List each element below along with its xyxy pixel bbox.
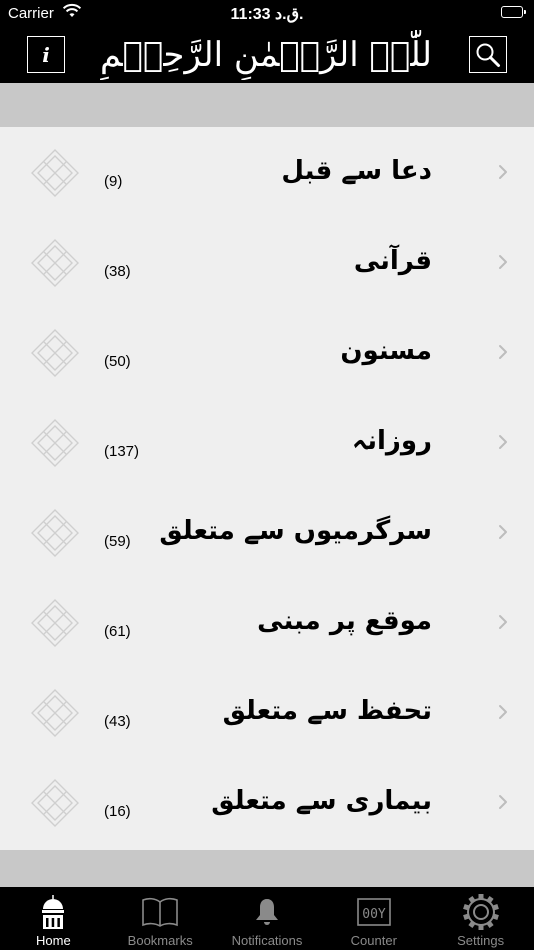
tab-home[interactable]: Home xyxy=(0,887,107,950)
tab-notifications-label: Notifications xyxy=(231,933,303,948)
status-time: 11:33 ق.د. xyxy=(230,6,304,23)
diamond-cross-icon xyxy=(31,239,79,287)
category-row[interactable]: (16) بیماری سے متعلق xyxy=(0,757,534,847)
category-title: مسنون xyxy=(340,336,432,366)
category-row[interactable]: (61) موقع پر مبنی xyxy=(0,577,534,667)
info-icon: i xyxy=(42,42,50,67)
bell-icon xyxy=(255,899,278,925)
nav-bar: i بِسۡمِ اللّٰہِ الرَّحۡمٰنِ الرَّحِیۡمِ xyxy=(0,28,534,83)
diamond-cross-icon xyxy=(31,779,79,827)
chevron-right-icon xyxy=(499,165,507,179)
category-row[interactable]: (59) سرگرمیوں سے متعلق xyxy=(0,487,534,577)
category-count: (137) xyxy=(104,443,140,460)
category-count: (59) xyxy=(104,533,131,550)
list-footer-band xyxy=(0,850,534,887)
diamond-cross-icon xyxy=(31,419,79,467)
category-row[interactable]: (38) قرآنی xyxy=(0,217,534,307)
category-title: موقع پر مبنی xyxy=(257,606,432,636)
chevron-right-icon xyxy=(499,525,507,539)
status-bar: Carrier 11:33 ق.د. xyxy=(0,0,534,28)
category-title: دعا سے قبل xyxy=(281,156,432,186)
diamond-cross-icon xyxy=(31,599,79,647)
list-header-band xyxy=(0,83,534,127)
search-button[interactable] xyxy=(469,36,507,73)
chevron-right-icon xyxy=(499,345,507,359)
tab-bar: Home Bookmarks Notifications 00Y Counter xyxy=(0,887,534,950)
book-icon xyxy=(142,897,178,927)
chevron-right-icon xyxy=(499,615,507,629)
category-count: (9) xyxy=(104,173,123,190)
bismillah-title: بِسۡمِ اللّٰہِ الرَّحۡمٰنِ الرَّحِیۡمِ xyxy=(100,35,434,75)
tab-counter-label: Counter xyxy=(350,933,397,948)
diamond-cross-icon xyxy=(31,329,79,377)
tab-settings-label: Settings xyxy=(457,933,505,948)
tab-bookmarks[interactable]: Bookmarks xyxy=(107,887,214,950)
tab-counter[interactable]: 00Y Counter xyxy=(320,887,427,950)
category-title: بیماری سے متعلق xyxy=(211,786,432,816)
category-row[interactable]: (43) تحفظ سے متعلق xyxy=(0,667,534,757)
category-row[interactable]: (9) دعا سے قبل xyxy=(0,127,534,217)
category-count: (43) xyxy=(104,713,131,730)
category-count: (61) xyxy=(104,623,131,640)
category-count: (38) xyxy=(104,263,131,280)
category-count: (16) xyxy=(104,803,131,820)
search-icon xyxy=(476,43,500,67)
gear-icon xyxy=(462,894,499,930)
svg-text:00Y: 00Y xyxy=(362,907,386,922)
chevron-right-icon xyxy=(499,795,507,809)
tab-home-label: Home xyxy=(36,933,71,948)
category-count: (50) xyxy=(104,353,131,370)
category-title: قرآنی xyxy=(353,246,432,276)
info-button[interactable]: i xyxy=(27,36,65,73)
category-title: تحفظ سے متعلق xyxy=(222,696,432,726)
category-row[interactable]: (137) روزانہ xyxy=(0,397,534,487)
chevron-right-icon xyxy=(499,435,507,449)
category-title: سرگرمیوں سے متعلق xyxy=(159,516,432,546)
diamond-cross-icon xyxy=(31,689,79,737)
tab-bookmarks-label: Bookmarks xyxy=(127,933,193,948)
tab-settings[interactable]: Settings xyxy=(427,887,534,950)
chevron-right-icon xyxy=(499,255,507,269)
category-list: (9) دعا سے قبل (38) قرآنی (50) مسنون (137) روزا… xyxy=(0,127,534,850)
mosque-icon xyxy=(42,895,65,929)
battery-icon xyxy=(498,6,526,20)
tab-notifications[interactable]: Notifications xyxy=(214,887,321,950)
category-row[interactable]: (50) مسنون xyxy=(0,307,534,397)
category-title: روزانہ xyxy=(351,426,432,456)
counter-icon: 00Y xyxy=(356,898,391,926)
diamond-cross-icon xyxy=(31,509,79,557)
diamond-cross-icon xyxy=(31,149,79,197)
chevron-right-icon xyxy=(499,705,507,719)
